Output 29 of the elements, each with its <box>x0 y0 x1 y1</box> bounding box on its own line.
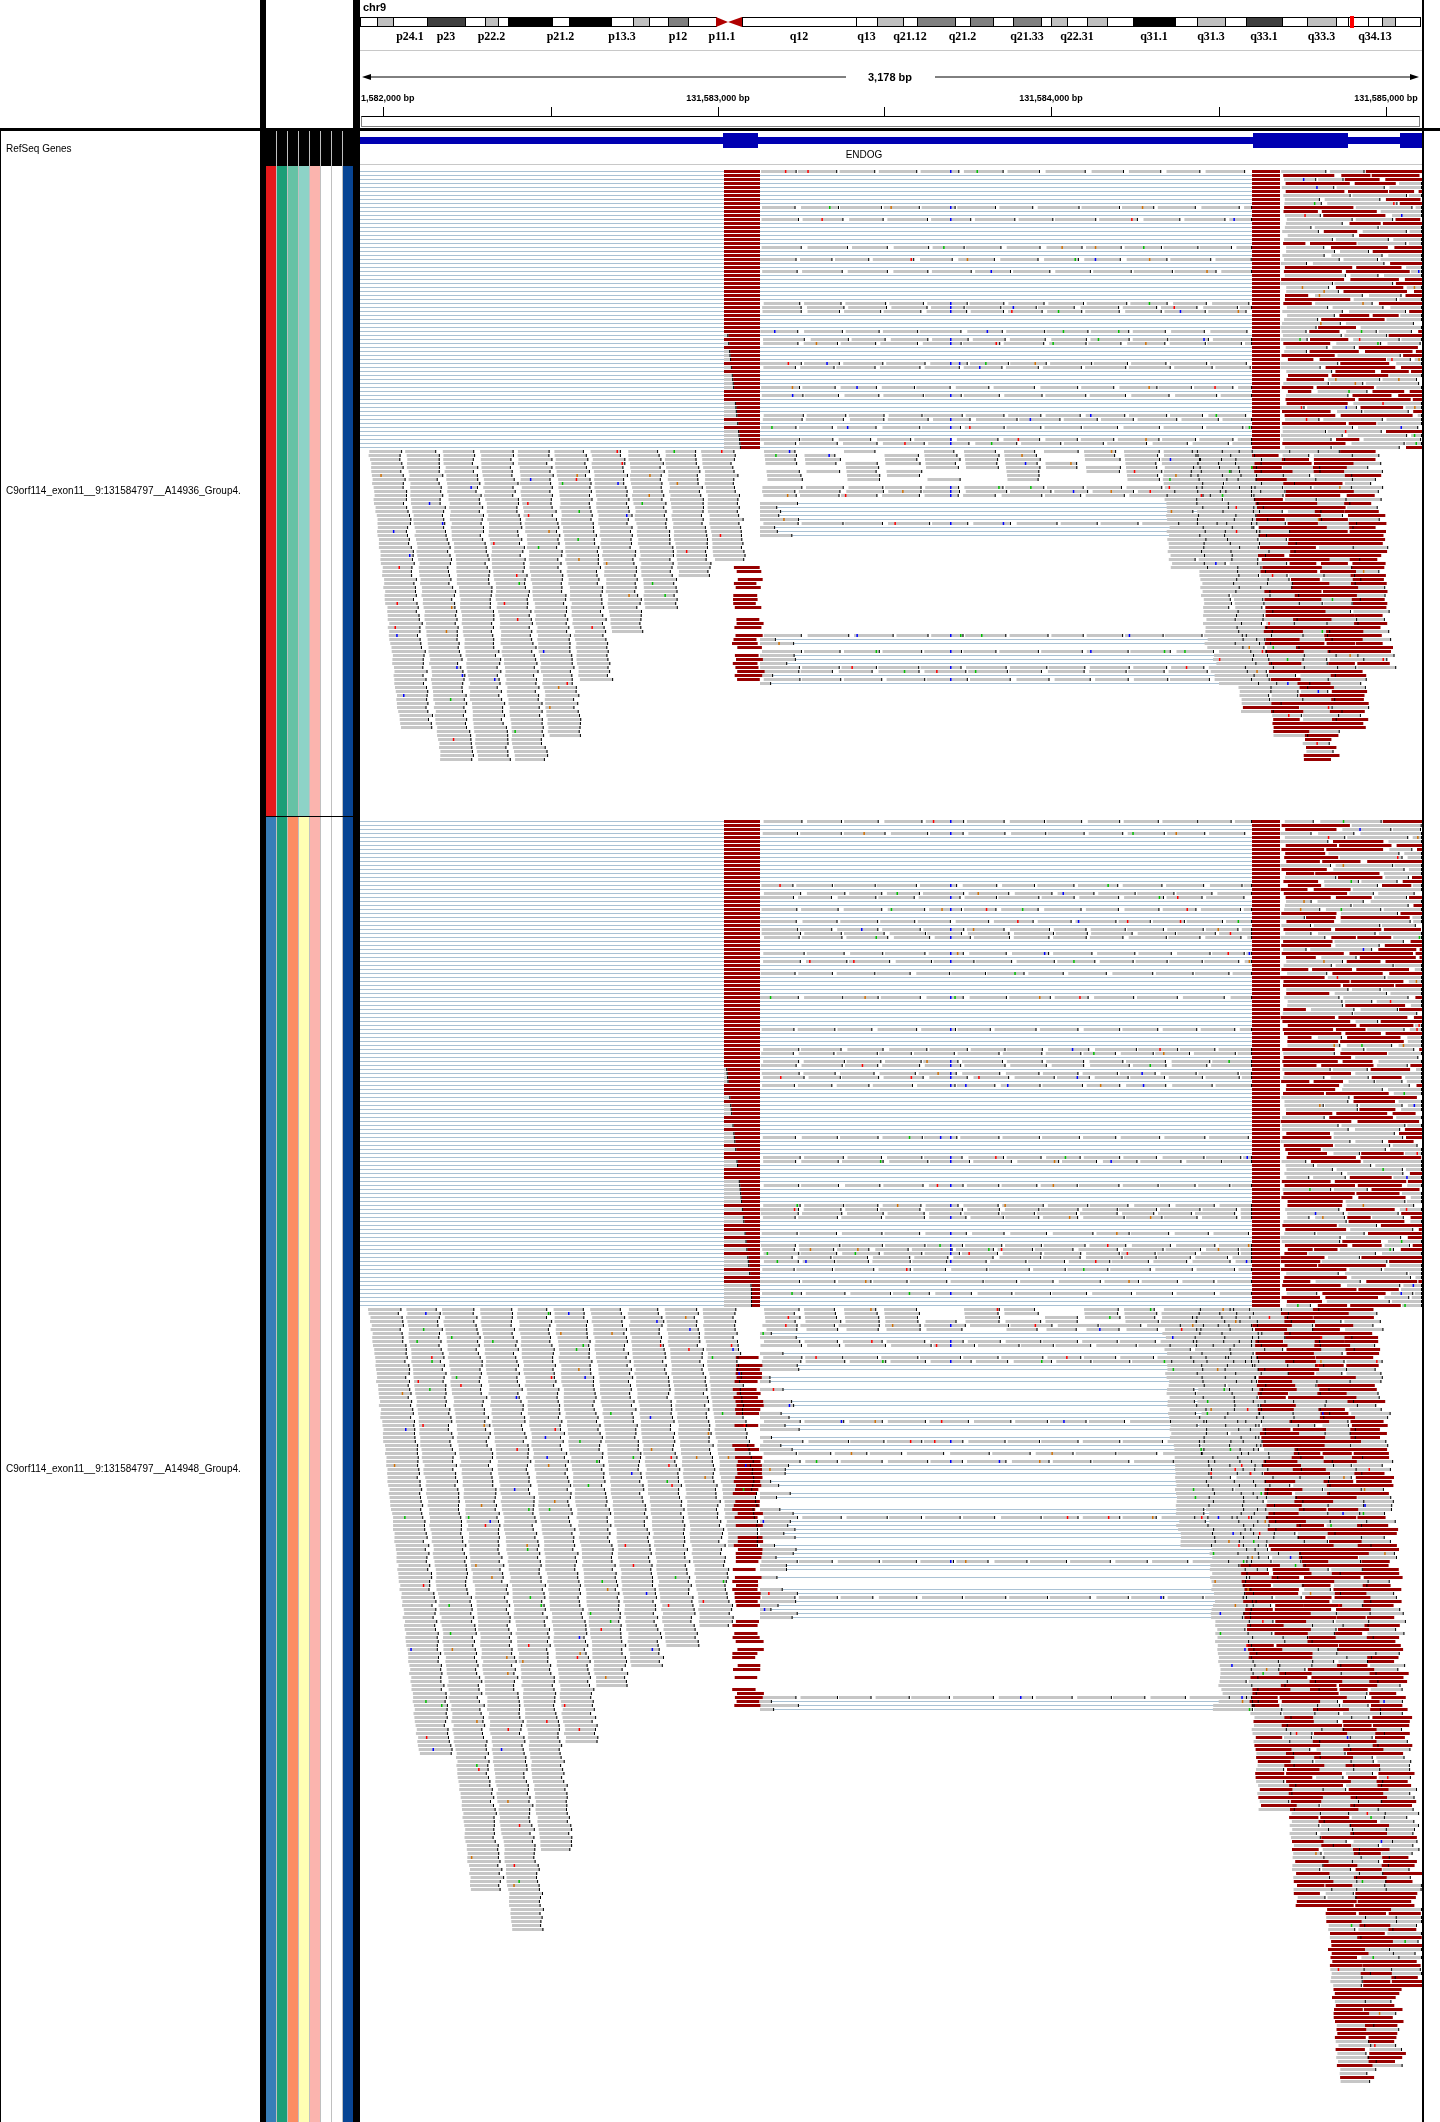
ruler-tick-label: 131,584,000 bp <box>1019 93 1083 103</box>
band-label: p11.1 <box>708 29 736 43</box>
band-label: p13.3 <box>608 29 636 43</box>
track-name: C9orf114_exon11__9:131584797__A14936_Group4. <box>6 485 241 497</box>
current-region-marker <box>1350 16 1354 28</box>
chromosome-label: chr9 <box>363 0 387 14</box>
band-label: q31.3 <box>1197 29 1225 43</box>
band-label: p24.1 <box>396 29 424 43</box>
span-label: 3,178 bp <box>868 71 912 83</box>
gene-label: ENDOG <box>845 149 883 160</box>
ruler-tick-label: 1,582,000 bp <box>361 93 415 103</box>
band-label: q13 <box>857 29 876 43</box>
track-name: C9orf114_exon11__9:131584797__A14948_Group4. <box>6 1463 241 1475</box>
band-label: p21.2 <box>546 29 575 43</box>
band-label: q21.12 <box>893 29 927 43</box>
band-label: q21.2 <box>948 29 977 43</box>
ruler-tick-label: 131,585,000 bp <box>1354 93 1418 103</box>
band-label: p12 <box>668 29 688 43</box>
track-name: RefSeq Genes <box>6 142 72 155</box>
band-label: q33.3 <box>1307 29 1336 43</box>
band-label: q21.33 <box>1010 29 1044 43</box>
ruler-tick-label: 131,583,000 bp <box>686 93 750 103</box>
band-label: q34.13 <box>1358 29 1392 43</box>
band-label: p23 <box>436 29 456 43</box>
band-label: p22.2 <box>477 29 506 43</box>
band-label: q33.1 <box>1250 29 1278 43</box>
band-label: q12 <box>789 29 809 43</box>
band-label: q22.31 <box>1060 29 1094 43</box>
band-label: q31.1 <box>1140 29 1168 43</box>
